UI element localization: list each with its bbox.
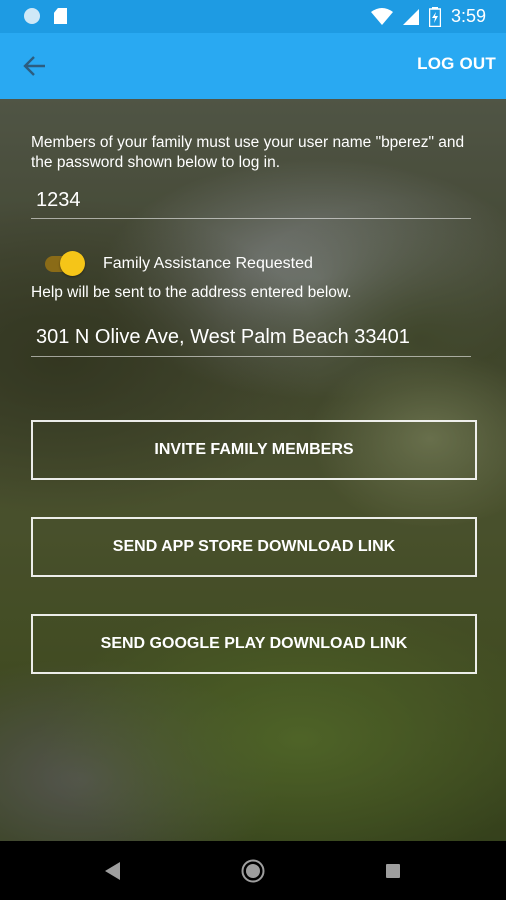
help-text: Help will be sent to the address entered… bbox=[31, 284, 352, 301]
app-bar: LOG OUT bbox=[0, 33, 506, 99]
invite-family-members-button[interactable]: INVITE FAMILY MEMBERS bbox=[31, 420, 477, 480]
logout-button[interactable]: LOG OUT bbox=[417, 54, 496, 74]
back-button[interactable] bbox=[18, 50, 52, 82]
main-content: Members of your family must use your use… bbox=[0, 99, 506, 841]
members-instructions: Members of your family must use your use… bbox=[31, 134, 465, 171]
toggle-label: Family Assistance Requested bbox=[103, 255, 313, 272]
toggle-thumb bbox=[60, 251, 85, 276]
arrow-left-icon bbox=[23, 56, 45, 76]
status-clock: 3:59 bbox=[450, 6, 486, 26]
address-field[interactable]: 301 N Olive Ave, West Palm Beach 33401 bbox=[31, 321, 471, 357]
circle-icon bbox=[24, 8, 40, 24]
nav-back-icon[interactable] bbox=[105, 862, 121, 880]
family-assistance-toggle[interactable] bbox=[42, 251, 86, 276]
signal-icon bbox=[402, 8, 419, 25]
status-bar: 3:59 bbox=[0, 0, 506, 33]
password-field[interactable]: 1234 bbox=[31, 185, 471, 219]
wifi-icon bbox=[370, 7, 393, 25]
system-nav-bar bbox=[0, 841, 506, 900]
sd-card-icon bbox=[54, 8, 67, 24]
nav-recents-icon[interactable] bbox=[386, 864, 400, 878]
send-google-play-link-button[interactable]: SEND GOOGLE PLAY DOWNLOAD LINK bbox=[31, 614, 477, 674]
battery-charging-icon bbox=[428, 6, 441, 27]
nav-home-icon[interactable] bbox=[241, 859, 265, 883]
send-app-store-link-button[interactable]: SEND APP STORE DOWNLOAD LINK bbox=[31, 517, 477, 577]
